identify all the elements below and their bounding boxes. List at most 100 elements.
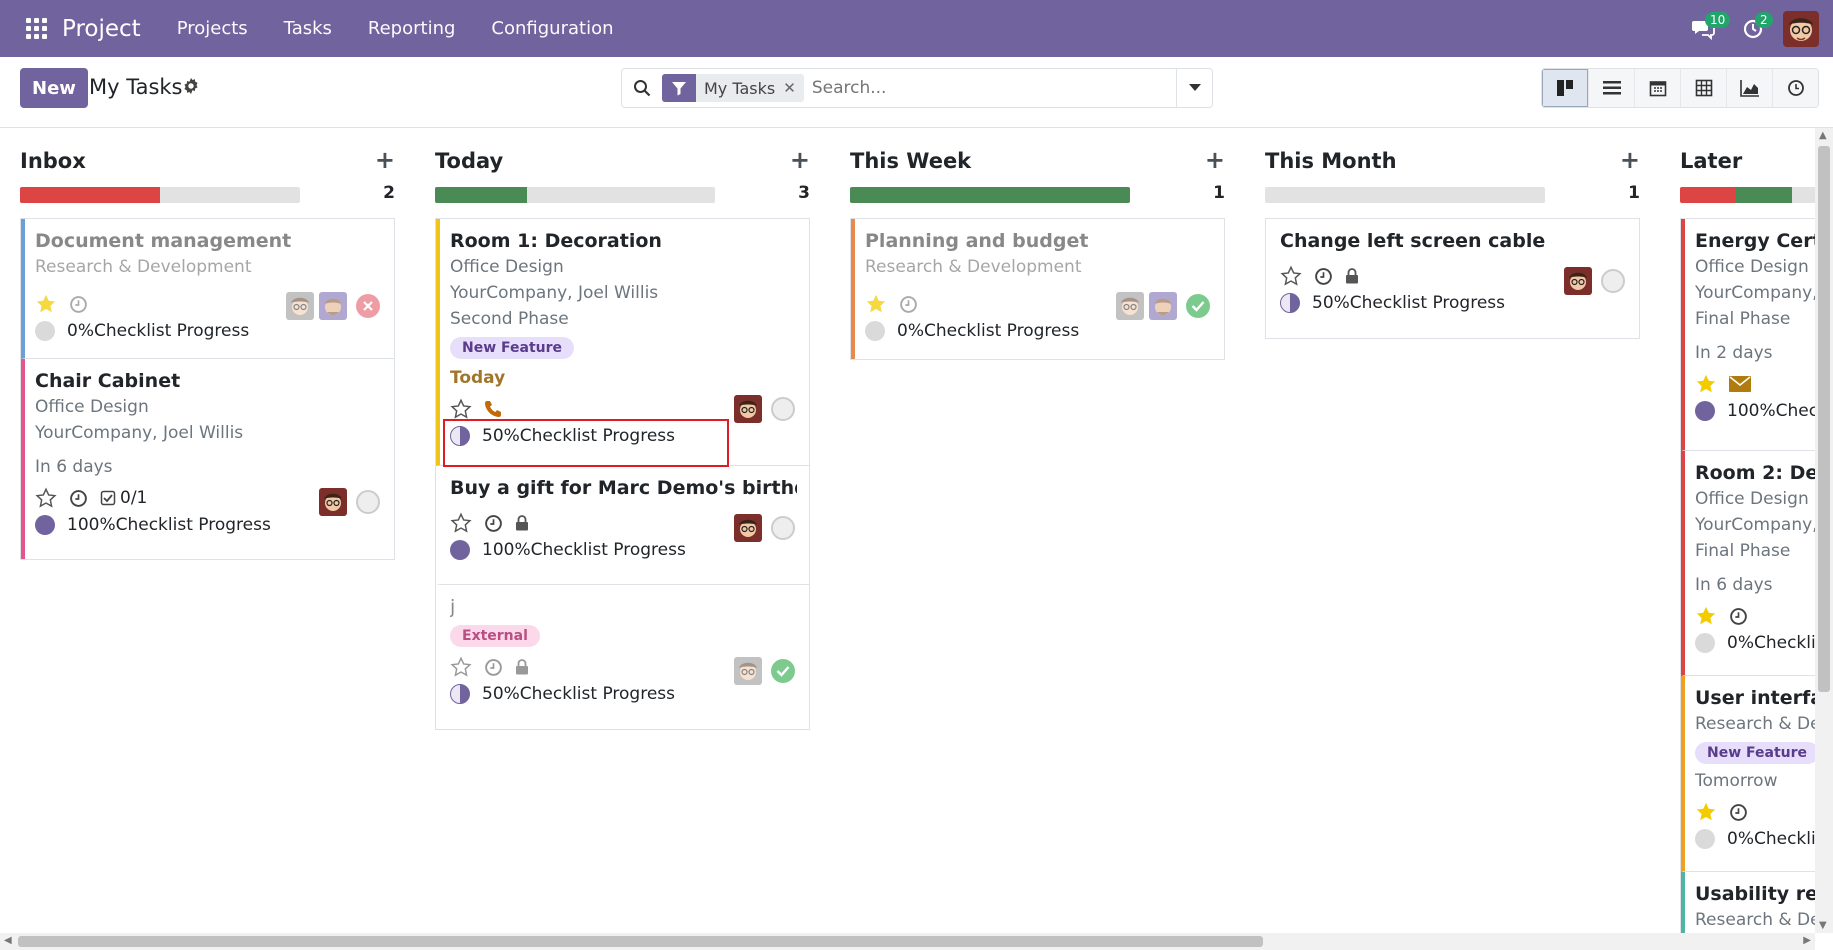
star-icon[interactable] [1695, 605, 1717, 627]
subtask-counter[interactable]: 0/1 [100, 488, 159, 508]
column-progress-bar[interactable] [20, 187, 300, 203]
list-view-button[interactable] [1588, 69, 1634, 107]
status-done-icon[interactable] [771, 659, 795, 683]
quick-create-icon[interactable]: + [1620, 146, 1640, 174]
column-progress-bar[interactable] [435, 187, 715, 203]
scroll-left-arrow-icon[interactable]: ◀ [4, 935, 12, 946]
lock-icon [515, 515, 529, 531]
menu-reporting[interactable]: Reporting [356, 18, 468, 39]
menu-projects[interactable]: Projects [165, 18, 260, 39]
avatar[interactable] [319, 488, 347, 516]
star-icon[interactable] [35, 487, 57, 509]
status-normal-icon[interactable] [356, 490, 380, 514]
avatar[interactable] [1116, 292, 1144, 320]
calendar-view-button[interactable] [1634, 69, 1680, 107]
avatar[interactable] [734, 395, 762, 423]
status-normal-icon[interactable] [1601, 269, 1625, 293]
activity-view-button[interactable] [1772, 69, 1818, 107]
kanban-card[interactable]: Energy Certificate Office Design YourCom… [1681, 219, 1815, 451]
kanban-card[interactable]: Chair Cabinet Office Design YourCompany,… [21, 359, 394, 559]
status-normal-icon[interactable] [771, 516, 795, 540]
clock-icon[interactable] [899, 295, 918, 314]
quick-create-icon[interactable]: + [790, 146, 810, 174]
avatar[interactable] [1149, 292, 1177, 320]
column-count: 3 [798, 183, 810, 203]
scroll-right-arrow-icon[interactable]: ▶ [1803, 935, 1811, 946]
star-icon[interactable] [450, 398, 472, 420]
clock-icon[interactable] [1314, 267, 1333, 286]
scroll-up-arrow-icon[interactable]: ▲ [1819, 130, 1827, 141]
kanban-card[interactable]: Usability review Research & Development [1681, 872, 1815, 933]
column-title[interactable]: This Month [1265, 149, 1397, 173]
star-icon[interactable] [1280, 265, 1302, 287]
avatar[interactable] [319, 292, 347, 320]
clock-icon[interactable] [484, 514, 503, 533]
status-normal-icon[interactable] [771, 397, 795, 421]
phone-icon[interactable] [484, 400, 502, 418]
gear-icon[interactable] [182, 77, 200, 100]
grid-apps-icon[interactable] [22, 15, 50, 43]
star-icon[interactable] [450, 656, 472, 678]
app-brand[interactable]: Project [62, 16, 141, 42]
kanban-card[interactable]: Room 2: Decoration Office Design YourCom… [1681, 451, 1815, 676]
kanban-card[interactable]: j External 50%Checklist Progress [436, 585, 809, 729]
kanban-card[interactable]: Room 1: Decoration Office Design YourCom… [436, 219, 809, 466]
vertical-scrollbar[interactable]: ▲ ▼ [1815, 128, 1833, 933]
menu-tasks[interactable]: Tasks [272, 18, 344, 39]
column-progress-bar[interactable] [1680, 187, 1815, 203]
search-icon[interactable] [622, 79, 662, 97]
column-title[interactable]: This Week [850, 149, 971, 173]
column-title[interactable]: Inbox [20, 149, 86, 173]
scroll-down-arrow-icon[interactable]: ▼ [1819, 920, 1827, 931]
new-task-button[interactable]: New [20, 68, 88, 108]
clock-icon[interactable] [1729, 803, 1748, 822]
avatar[interactable] [286, 292, 314, 320]
user-avatar[interactable] [1783, 10, 1819, 47]
clock-icon [1787, 80, 1804, 96]
vertical-scroll-thumb[interactable] [1818, 146, 1830, 692]
quick-create-icon[interactable]: + [375, 146, 395, 174]
progress-label: 0%Checklist Progress [1727, 829, 1815, 849]
kanban-card[interactable]: User interface improvements Research & D… [1681, 676, 1815, 872]
menu-configuration[interactable]: Configuration [479, 18, 625, 39]
card-title: Usability review [1695, 883, 1815, 905]
card-stage: Second Phase [450, 309, 569, 329]
search-input[interactable] [811, 78, 1152, 98]
status-blocked-icon[interactable] [356, 294, 380, 318]
column-progress-bar[interactable] [1265, 187, 1545, 203]
envelope-icon[interactable] [1729, 376, 1751, 392]
remove-facet-icon[interactable]: ✕ [783, 79, 804, 97]
clock-icon[interactable] [484, 658, 503, 677]
checklist-progress: 50%Checklist Progress [450, 423, 797, 449]
column-progress-bar[interactable] [850, 187, 1130, 203]
column-title[interactable]: Today [435, 149, 503, 173]
graph-view-button[interactable] [1726, 69, 1772, 107]
avatar[interactable] [1564, 267, 1592, 295]
kanban-card[interactable]: Planning and budget Research & Developme… [851, 219, 1224, 359]
status-done-icon[interactable] [1186, 294, 1210, 318]
horizontal-scrollbar[interactable]: ◀ ▶ [0, 933, 1815, 950]
star-icon[interactable] [35, 293, 57, 315]
horizontal-scroll-thumb[interactable] [18, 936, 1263, 947]
star-icon[interactable] [1695, 373, 1717, 395]
kanban-card[interactable]: Buy a gift for Marc Demo's birthday 100%… [436, 466, 809, 585]
messages-button[interactable]: 10 [1683, 0, 1731, 57]
avatar[interactable] [734, 514, 762, 542]
kanban-card[interactable]: Document management Research & Developme… [21, 219, 394, 359]
star-icon[interactable] [450, 512, 472, 534]
progress-label: 0%Checklist Progress [897, 321, 1080, 341]
top-navbar: Project Projects Tasks Reporting Configu… [0, 0, 1833, 57]
clock-icon[interactable] [1729, 607, 1748, 626]
star-icon[interactable] [865, 293, 887, 315]
clock-icon[interactable] [69, 489, 88, 508]
column-title[interactable]: Later [1680, 149, 1742, 173]
kanban-card[interactable]: Change left screen cable 50%Checklist Pr… [1266, 219, 1639, 338]
quick-create-icon[interactable]: + [1205, 146, 1225, 174]
search-options-toggle[interactable] [1176, 69, 1212, 107]
avatar[interactable] [734, 657, 762, 685]
clock-icon[interactable] [69, 295, 88, 314]
pivot-view-button[interactable] [1680, 69, 1726, 107]
activities-button[interactable]: 2 [1733, 0, 1773, 57]
star-icon[interactable] [1695, 801, 1717, 823]
kanban-view-button[interactable] [1542, 69, 1588, 107]
